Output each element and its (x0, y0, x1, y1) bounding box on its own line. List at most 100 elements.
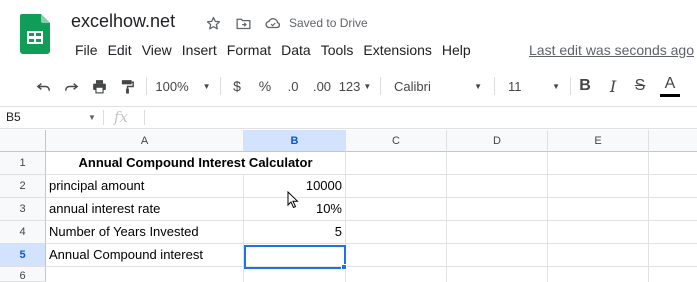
column-header-f[interactable] (649, 130, 697, 152)
row-header-3[interactable]: 3 (0, 198, 46, 221)
cell-c5[interactable] (346, 244, 447, 267)
menu-tools[interactable]: Tools (316, 40, 359, 60)
fx-icon: fx (114, 108, 129, 126)
increase-decimals-button[interactable]: .00 (310, 69, 334, 103)
fill-handle[interactable] (341, 264, 347, 270)
cell-a5[interactable]: Annual Compound interest (46, 244, 244, 267)
menu-view[interactable]: View (137, 40, 177, 60)
row-header-2[interactable]: 2 (0, 175, 46, 198)
increase-decimals-label: .00 (312, 78, 332, 94)
percent-format-button[interactable]: % (256, 69, 274, 103)
document-title[interactable]: excelhow.net (71, 11, 175, 32)
toolbar: 100% ▼ $ % .0 .00 123 ▼ Calibri ▼ 11 ▼ B I S… (0, 69, 697, 103)
cell-e4[interactable] (548, 221, 649, 244)
menu-insert[interactable]: Insert (177, 40, 222, 60)
row-header-5[interactable]: 5 (0, 244, 46, 267)
cell-c4[interactable] (346, 221, 447, 244)
column-header-d[interactable]: D (447, 130, 548, 152)
cell-f6[interactable] (649, 267, 697, 282)
cell-f1[interactable] (649, 152, 697, 175)
decrease-decimals-label: .0 (287, 78, 299, 94)
cell-d1[interactable] (447, 152, 548, 175)
cell-b6[interactable] (244, 267, 346, 282)
cell-f5[interactable] (649, 244, 697, 267)
chevron-down-icon: ▼ (552, 81, 560, 91)
sheets-logo-icon[interactable] (20, 14, 50, 54)
move-folder-icon[interactable] (233, 13, 253, 33)
menu-data[interactable]: Data (276, 40, 316, 60)
chevron-down-icon: ▼ (202, 81, 211, 91)
cell-f4[interactable] (649, 221, 697, 244)
cell-f3[interactable] (649, 198, 697, 221)
zoom-select[interactable]: 100% ▼ (154, 69, 212, 103)
star-icon[interactable] (203, 13, 223, 33)
undo-icon[interactable] (33, 69, 53, 103)
cell-d5[interactable] (447, 244, 548, 267)
name-box[interactable]: B5 (0, 107, 102, 128)
cell-b5[interactable] (244, 244, 346, 267)
font-size-value: 11 (508, 78, 522, 94)
cell-d3[interactable] (447, 198, 548, 221)
cell-a1[interactable]: Annual Compound Interest Calculator (46, 152, 346, 175)
row-header-4[interactable]: 4 (0, 221, 46, 244)
currency-format-button[interactable]: $ (228, 69, 246, 103)
cell-c6[interactable] (346, 267, 447, 282)
spreadsheet-grid: A B C D E 1 2 3 4 5 6 Annual Compound In… (0, 130, 697, 282)
cell-d6[interactable] (447, 267, 548, 282)
font-select[interactable]: Calibri ▼ (388, 69, 486, 103)
menu-help[interactable]: Help (437, 40, 476, 60)
cell-d4[interactable] (447, 221, 548, 244)
chevron-down-icon: ▼ (363, 81, 372, 91)
menu-extensions[interactable]: Extensions (358, 40, 436, 60)
chevron-down-icon[interactable]: ▼ (88, 107, 96, 128)
cell-e1[interactable] (548, 152, 649, 175)
more-formats-label: 123 (338, 78, 361, 94)
menu-file[interactable]: File (70, 40, 103, 60)
column-header-c[interactable]: C (346, 130, 447, 152)
menu-format[interactable]: Format (222, 40, 276, 60)
row-header-1[interactable]: 1 (0, 152, 46, 175)
paint-format-icon[interactable] (117, 69, 137, 103)
decrease-decimals-button[interactable]: .0 (283, 69, 303, 103)
menu-edit[interactable]: Edit (103, 40, 137, 60)
cell-c2[interactable] (346, 175, 447, 198)
cell-b4[interactable]: 5 (244, 221, 346, 244)
text-color-swatch (660, 93, 680, 97)
cloud-saved-icon[interactable] (263, 13, 283, 33)
cell-c1[interactable] (346, 152, 447, 175)
zoom-value: 100% (155, 78, 189, 94)
more-formats-button[interactable]: 123 ▼ (338, 69, 372, 103)
redo-icon[interactable] (61, 69, 81, 103)
font-value: Calibri (394, 78, 431, 94)
column-header-b[interactable]: B (244, 130, 346, 152)
cell-a3[interactable]: annual interest rate (46, 198, 244, 221)
strikethrough-button[interactable]: S (631, 69, 649, 103)
cell-e3[interactable] (548, 198, 649, 221)
last-edit-link[interactable]: Last edit was seconds ago (529, 40, 694, 60)
formula-input[interactable] (150, 107, 690, 128)
cell-a6[interactable] (46, 267, 244, 282)
column-header-e[interactable]: E (548, 130, 649, 152)
row-header-6[interactable]: 6 (0, 267, 46, 282)
formula-bar: B5 ▼ fx (0, 106, 697, 129)
italic-button[interactable]: I (604, 69, 622, 103)
saved-status: Saved to Drive (289, 16, 368, 30)
cell-f2[interactable] (649, 175, 697, 198)
cell-a2[interactable]: principal amount (46, 175, 244, 198)
menu-bar: File Edit View Insert Format Data Tools … (70, 40, 476, 60)
mouse-pointer-icon (287, 191, 299, 209)
cell-c3[interactable] (346, 198, 447, 221)
font-size-select[interactable]: 11 ▼ (502, 69, 564, 103)
cell-a4[interactable]: Number of Years Invested (46, 221, 244, 244)
cell-e6[interactable] (548, 267, 649, 282)
cell-e2[interactable] (548, 175, 649, 198)
chevron-down-icon: ▼ (474, 81, 482, 91)
print-icon[interactable] (89, 69, 109, 103)
cell-d2[interactable] (447, 175, 548, 198)
bold-button[interactable]: B (576, 69, 594, 103)
select-all-corner[interactable] (0, 130, 46, 152)
text-color-label: A (664, 74, 676, 92)
text-color-button[interactable]: A (659, 69, 681, 103)
column-header-a[interactable]: A (46, 130, 244, 152)
cell-e5[interactable] (548, 244, 649, 267)
